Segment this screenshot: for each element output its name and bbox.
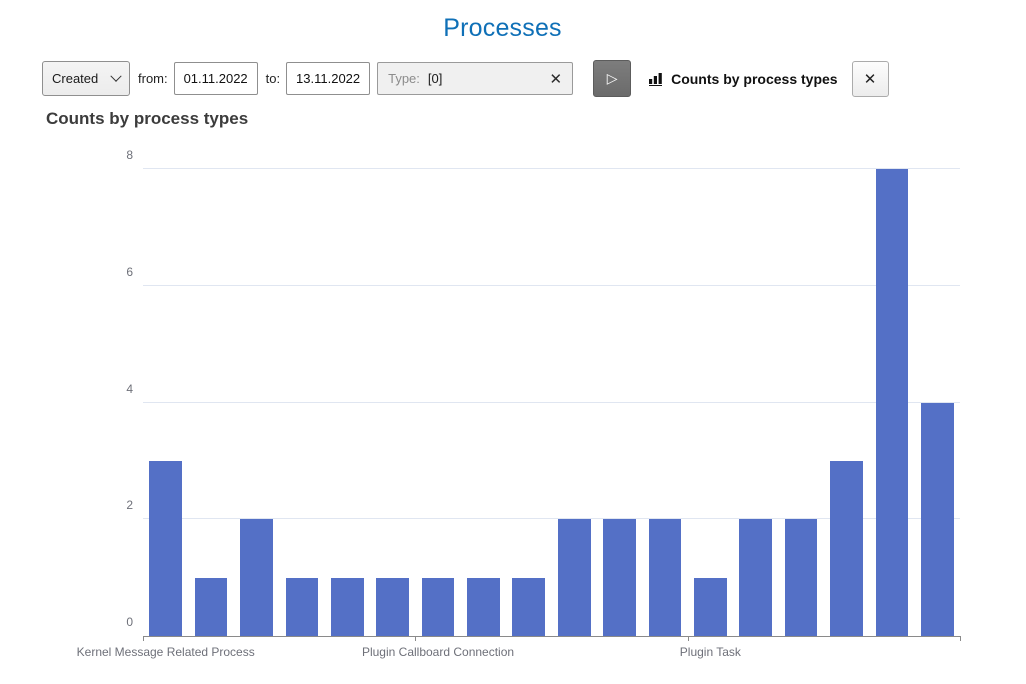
bar[interactable] [195, 578, 228, 636]
close-icon: ✕ [864, 70, 877, 88]
from-label: from: [138, 71, 168, 86]
bar[interactable] [422, 578, 455, 636]
y-axis-tick-label: 8 [93, 148, 133, 162]
created-dropdown[interactable]: Created [42, 61, 130, 96]
type-filter-field[interactable]: Type: [0] ✕ [377, 62, 573, 95]
bar[interactable] [739, 519, 772, 636]
x-axis-tick [688, 636, 689, 641]
bar[interactable] [286, 578, 319, 636]
play-icon: ▷ [607, 70, 618, 87]
bar[interactable] [921, 403, 954, 637]
gridline [143, 285, 960, 286]
bar[interactable] [240, 519, 273, 636]
selected-chart-label: Counts by process types [671, 71, 838, 87]
bar-chart-plot: 02468Kernel Message Related ProcessPlugi… [143, 169, 960, 637]
created-dropdown-value: Created [52, 71, 112, 86]
page-title: Processes [0, 14, 1005, 43]
chart-title: Counts by process types [46, 109, 248, 129]
to-date-input[interactable] [286, 62, 370, 95]
x-axis-tick [143, 636, 144, 641]
close-chart-button[interactable]: ✕ [852, 61, 889, 97]
gridline [143, 402, 960, 403]
y-axis-tick-label: 2 [93, 498, 133, 512]
bar-chart-icon [649, 72, 665, 86]
chevron-down-icon [110, 70, 121, 81]
clear-type-icon[interactable]: ✕ [550, 70, 563, 88]
from-date-input[interactable] [174, 62, 258, 95]
x-axis-tick [415, 636, 416, 641]
bar[interactable] [558, 519, 591, 636]
y-axis-tick-label: 6 [93, 265, 133, 279]
selected-chart: Counts by process types [649, 71, 838, 87]
toolbar: Created from: to: Type: [0] ✕ ▷ Counts b… [42, 60, 889, 97]
x-axis-tick [960, 636, 961, 641]
bar[interactable] [467, 578, 500, 636]
bar[interactable] [376, 578, 409, 636]
bar[interactable] [876, 169, 909, 636]
x-axis-tick-label: Plugin Callboard Connection [362, 645, 514, 659]
bar[interactable] [785, 519, 818, 636]
x-axis-tick-label: Plugin Task [680, 645, 741, 659]
gridline [143, 168, 960, 169]
bar[interactable] [830, 461, 863, 636]
bar[interactable] [512, 578, 545, 636]
y-axis-tick-label: 0 [93, 615, 133, 629]
bar[interactable] [649, 519, 682, 636]
y-axis-tick-label: 4 [93, 382, 133, 396]
bar[interactable] [331, 578, 364, 636]
bar[interactable] [694, 578, 727, 636]
to-label: to: [266, 71, 280, 86]
type-filter-label: Type: [388, 71, 420, 86]
x-axis-tick-label: Kernel Message Related Process [77, 645, 255, 659]
type-filter-value: [0] [428, 71, 442, 86]
bar[interactable] [603, 519, 636, 636]
run-query-button[interactable]: ▷ [593, 60, 631, 97]
bar[interactable] [149, 461, 182, 636]
